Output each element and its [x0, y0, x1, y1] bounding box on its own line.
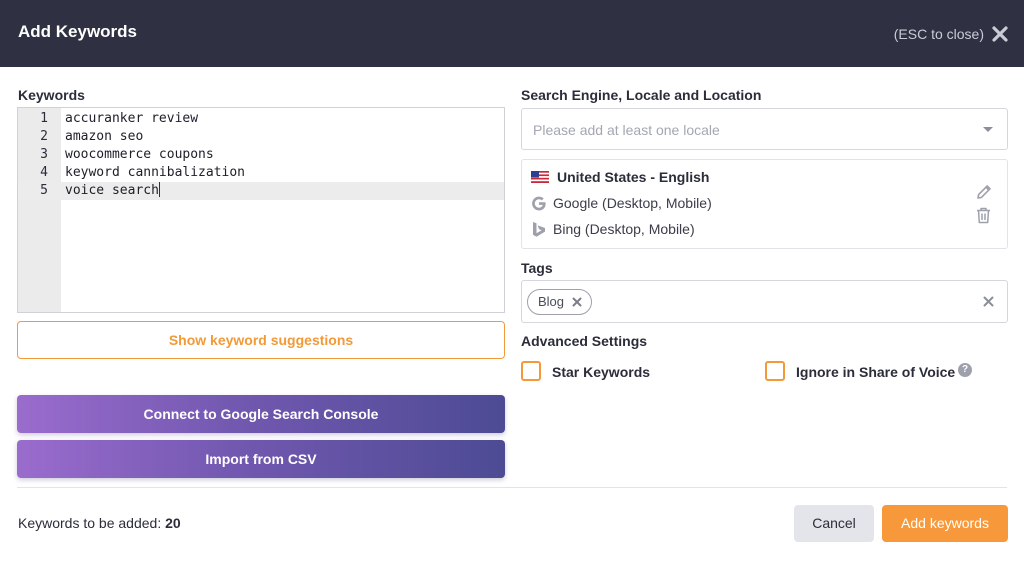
remove-tag-icon[interactable] [572, 297, 582, 307]
us-flag-icon [531, 171, 549, 183]
line-number: 4 [40, 165, 48, 180]
tags-label: Tags [521, 260, 553, 276]
chevron-down-icon [983, 127, 993, 132]
line-number: 3 [40, 147, 48, 162]
keyword-text-active: voice search [65, 182, 160, 200]
keywords-count: Keywords to be added: 20 [18, 515, 181, 531]
pencil-icon[interactable] [975, 183, 993, 201]
ignore-share-of-voice-label[interactable]: Ignore in Share of Voice [796, 364, 955, 380]
star-keywords-checkbox[interactable] [521, 361, 541, 381]
engine-google: Google (Desktop, Mobile) [553, 195, 712, 211]
editor-line[interactable]: 2 amazon seo [18, 128, 504, 146]
keyword-text: woocommerce coupons [65, 147, 214, 162]
keyword-text: keyword cannibalization [65, 165, 246, 180]
add-keywords-button[interactable]: Add keywords [882, 505, 1008, 542]
editor-line-active[interactable]: 5 voice search [18, 182, 504, 200]
line-number: 5 [40, 183, 48, 198]
tag-chip: Blog [527, 289, 592, 315]
close-icon[interactable] [990, 24, 1010, 44]
keywords-editor[interactable]: 1 accuranker review 2 amazon seo 3 wooco… [17, 107, 505, 313]
locale-placeholder: Please add at least one locale [533, 122, 720, 138]
locale-name: United States - English [557, 169, 710, 185]
engine-bing: Bing (Desktop, Mobile) [553, 221, 695, 237]
cancel-button[interactable]: Cancel [794, 505, 874, 542]
locale-label: Search Engine, Locale and Location [521, 87, 762, 103]
locale-row: United States - English [531, 167, 831, 189]
show-suggestions-button[interactable]: Show keyword suggestions [17, 321, 505, 359]
keywords-count-label: Keywords to be added: [18, 515, 162, 531]
star-keywords-label[interactable]: Star Keywords [552, 364, 650, 380]
editor-line[interactable]: 4 keyword cannibalization [18, 164, 504, 182]
selected-locale-card: United States - English Google (Desktop,… [521, 159, 1008, 249]
dialog-header: Add Keywords (ESC to close) [0, 0, 1024, 67]
footer-divider [17, 487, 1007, 488]
google-icon [532, 196, 546, 211]
editor-line[interactable]: 3 woocommerce coupons [18, 146, 504, 164]
text-cursor [158, 182, 160, 197]
locale-select[interactable]: Please add at least one locale [521, 108, 1008, 150]
dialog-title: Add Keywords [18, 22, 138, 41]
keyword-text: voice search [65, 183, 159, 198]
keyword-text: accuranker review [65, 111, 199, 126]
editor-line[interactable]: 1 accuranker review [18, 110, 504, 128]
clear-tags-icon[interactable] [983, 296, 994, 307]
keyword-text: amazon seo [65, 129, 144, 144]
import-csv-button[interactable]: Import from CSV [17, 440, 505, 478]
keywords-label: Keywords [18, 87, 85, 103]
line-number: 2 [40, 129, 48, 144]
engine-row: Google (Desktop, Mobile) [531, 193, 831, 215]
connect-search-console-button[interactable]: Connect to Google Search Console [17, 395, 505, 433]
tag-label: Blog [538, 294, 565, 309]
trash-icon[interactable] [976, 207, 991, 224]
bing-icon [533, 222, 545, 237]
engine-row: Bing (Desktop, Mobile) [531, 219, 831, 241]
advanced-settings-label: Advanced Settings [521, 333, 648, 349]
keywords-count-value: 20 [165, 515, 181, 531]
ignore-share-of-voice-checkbox[interactable] [765, 361, 785, 381]
tags-input[interactable]: Blog [521, 280, 1008, 323]
esc-hint: (ESC to close) [893, 26, 984, 42]
help-icon[interactable]: ? [958, 363, 972, 377]
line-number: 1 [40, 111, 48, 126]
